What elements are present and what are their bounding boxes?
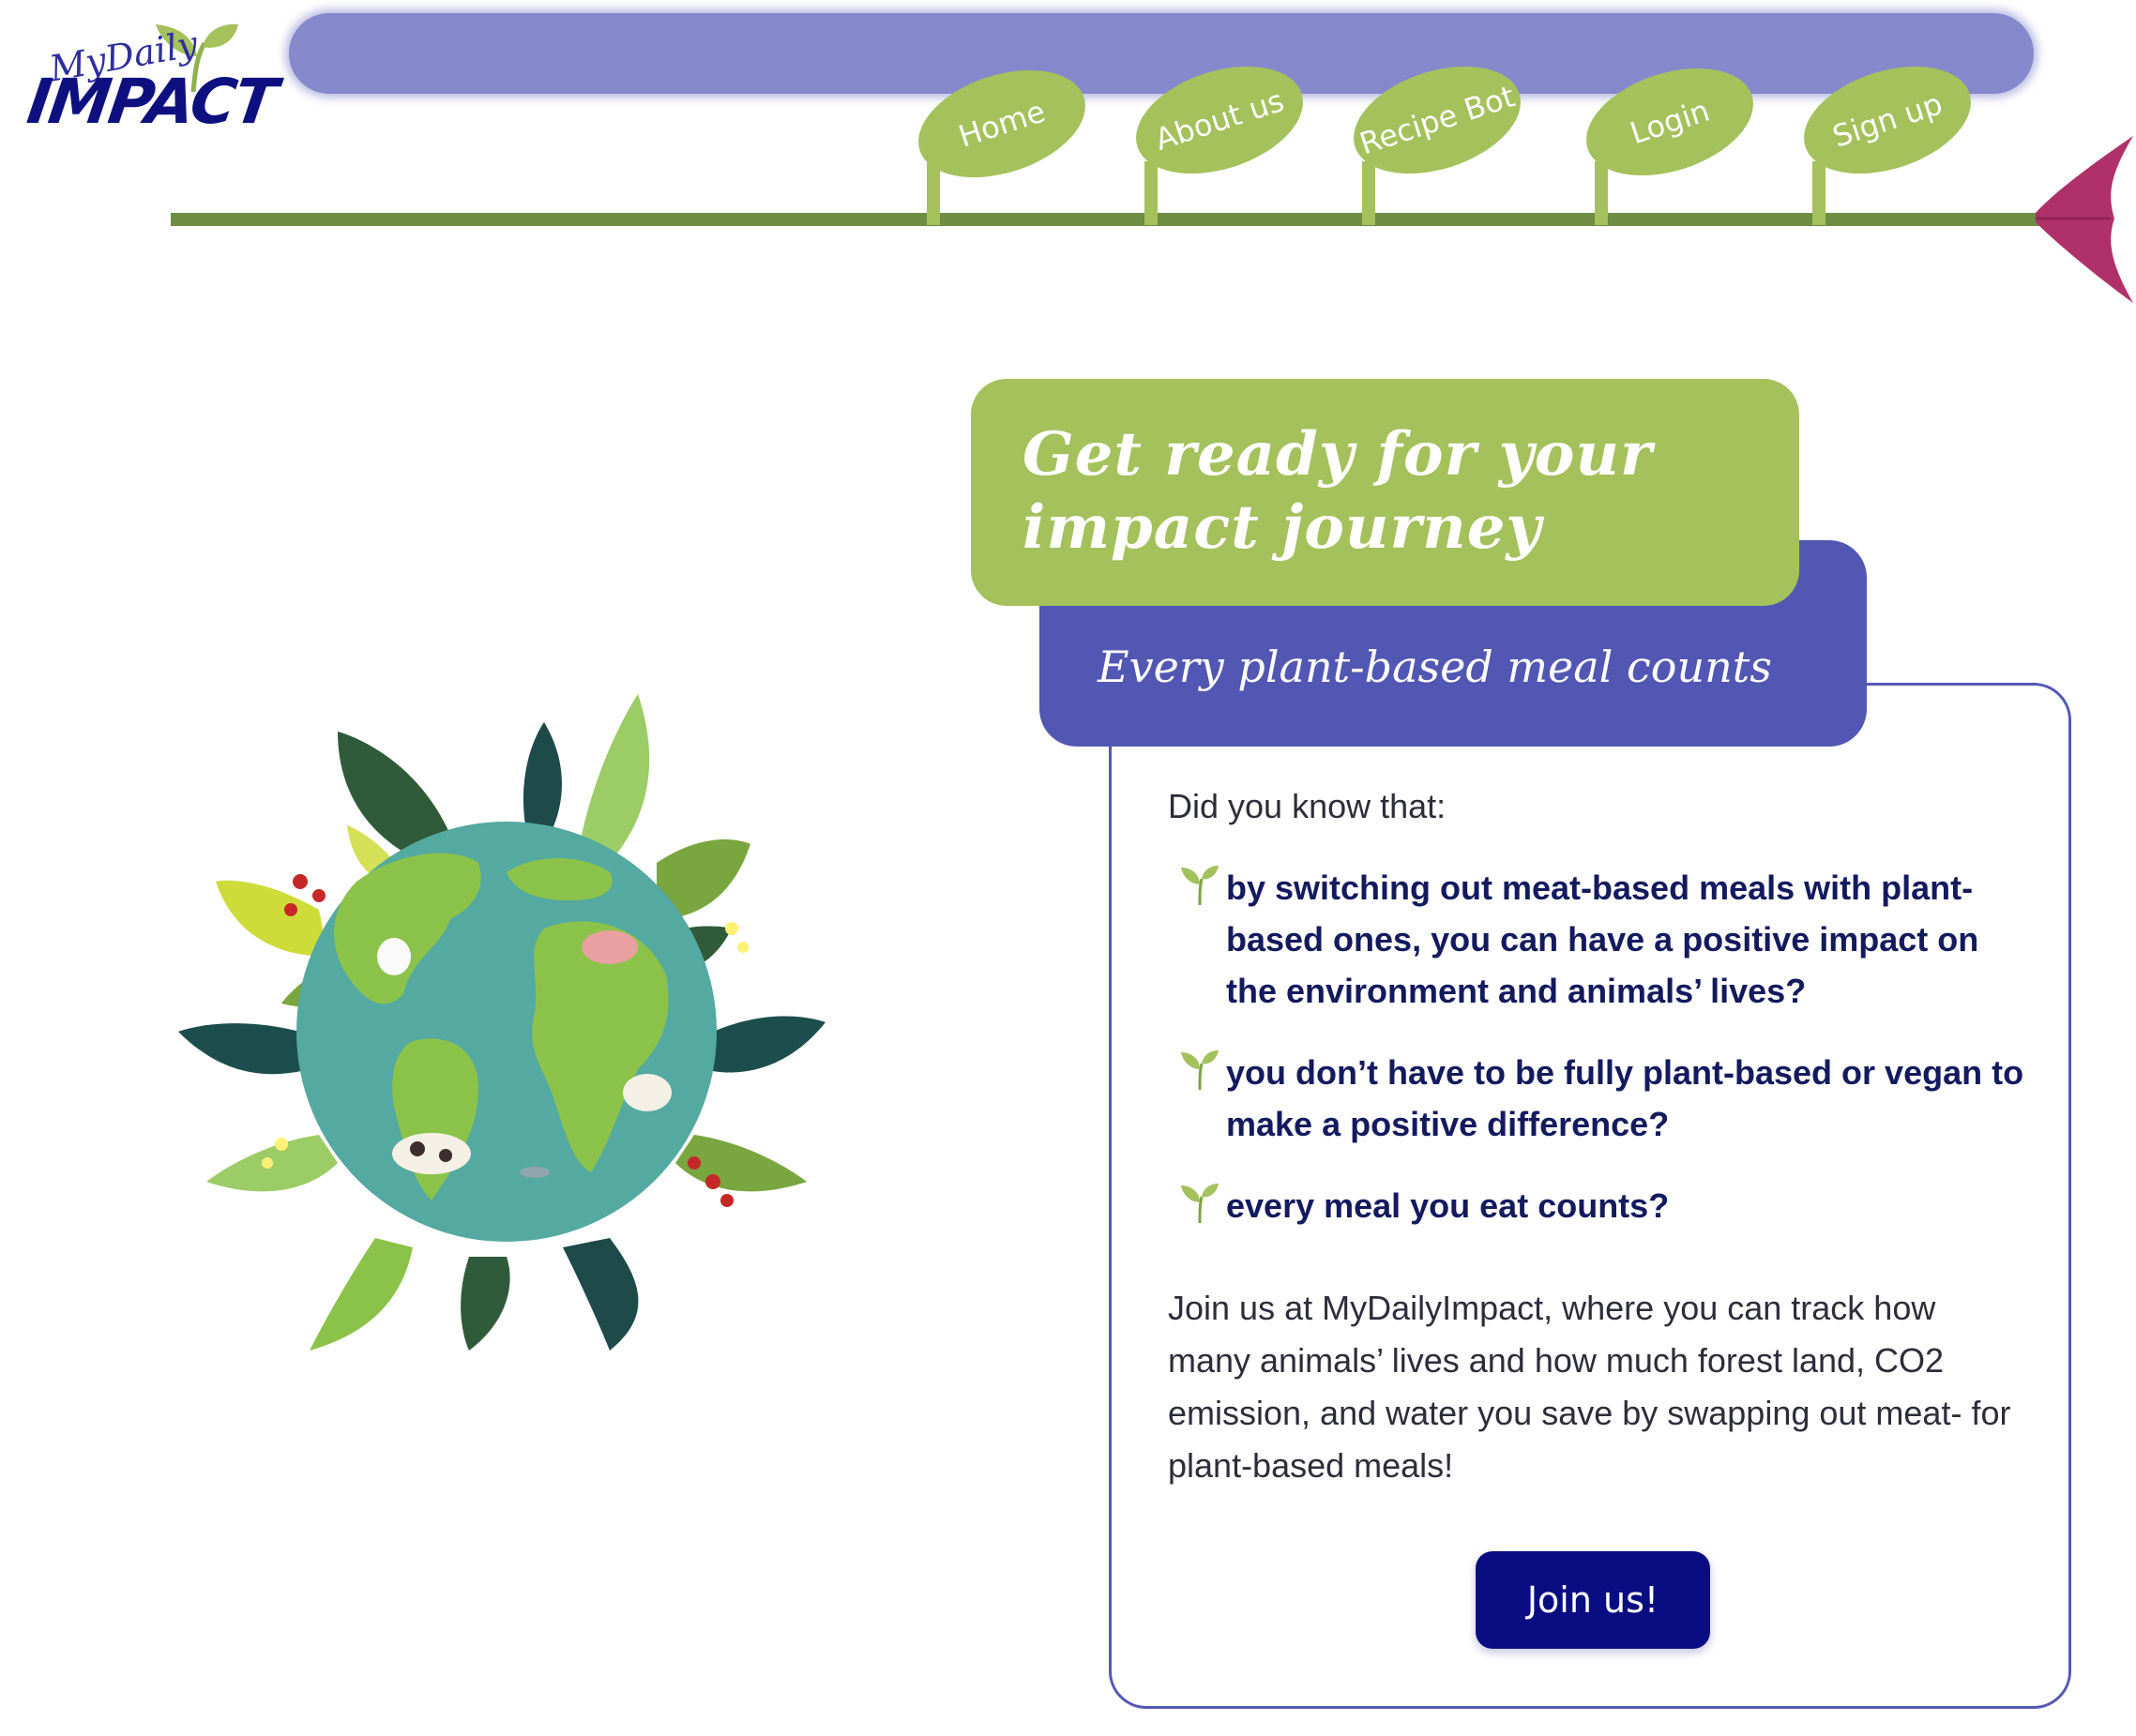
nav-stem [927, 161, 940, 225]
join-description: Join us at MyDailyImpact, where you can … [1168, 1289, 2011, 1485]
fact-text: you don’t have to be fully plant-based o… [1226, 1053, 2024, 1143]
logo-main-text: IMPACT [23, 66, 280, 138]
sprout-icon [1181, 1050, 1219, 1090]
fact-item: you don’t have to be fully plant-based o… [1168, 1047, 2031, 1150]
nav-stem [1595, 161, 1608, 225]
nav-stem [1812, 161, 1825, 225]
hero-subtitle: Every plant-based meal counts [1098, 642, 1772, 692]
nav-signup-label: Sign up [1827, 85, 1947, 155]
top-bar [289, 13, 2034, 94]
intro-text: Did you know that: [1168, 787, 1447, 825]
earth-globe-illustration [178, 694, 826, 1351]
join-us-button[interactable]: Join us! [1476, 1551, 1710, 1649]
sprout-icon [1181, 1184, 1219, 1223]
fact-item: every meal you eat counts? [1168, 1180, 2031, 1231]
sprout-icon [1181, 866, 1219, 905]
flower-bud-icon [2036, 136, 2133, 303]
nav-stem [1144, 161, 1158, 225]
vine-stem [171, 213, 2042, 226]
facts-list: by switching out meat-based meals with p… [1168, 862, 2031, 1261]
fact-text: every meal you eat counts? [1226, 1186, 1670, 1225]
fact-item: by switching out meat-based meals with p… [1168, 862, 2031, 1017]
nav-home-label: Home [954, 93, 1050, 155]
fact-text: by switching out meat-based meals with p… [1226, 868, 1979, 1010]
nav-login-label: Login [1626, 92, 1714, 152]
nav-stem [1362, 161, 1375, 225]
hero-title-card: Get ready for your impact journey [971, 379, 1799, 606]
nav-about-label: About us [1150, 83, 1289, 158]
hero-title: Get ready for your impact journey [1023, 419, 1653, 563]
info-card: Did you know that: by switching out meat… [1109, 683, 2071, 1709]
